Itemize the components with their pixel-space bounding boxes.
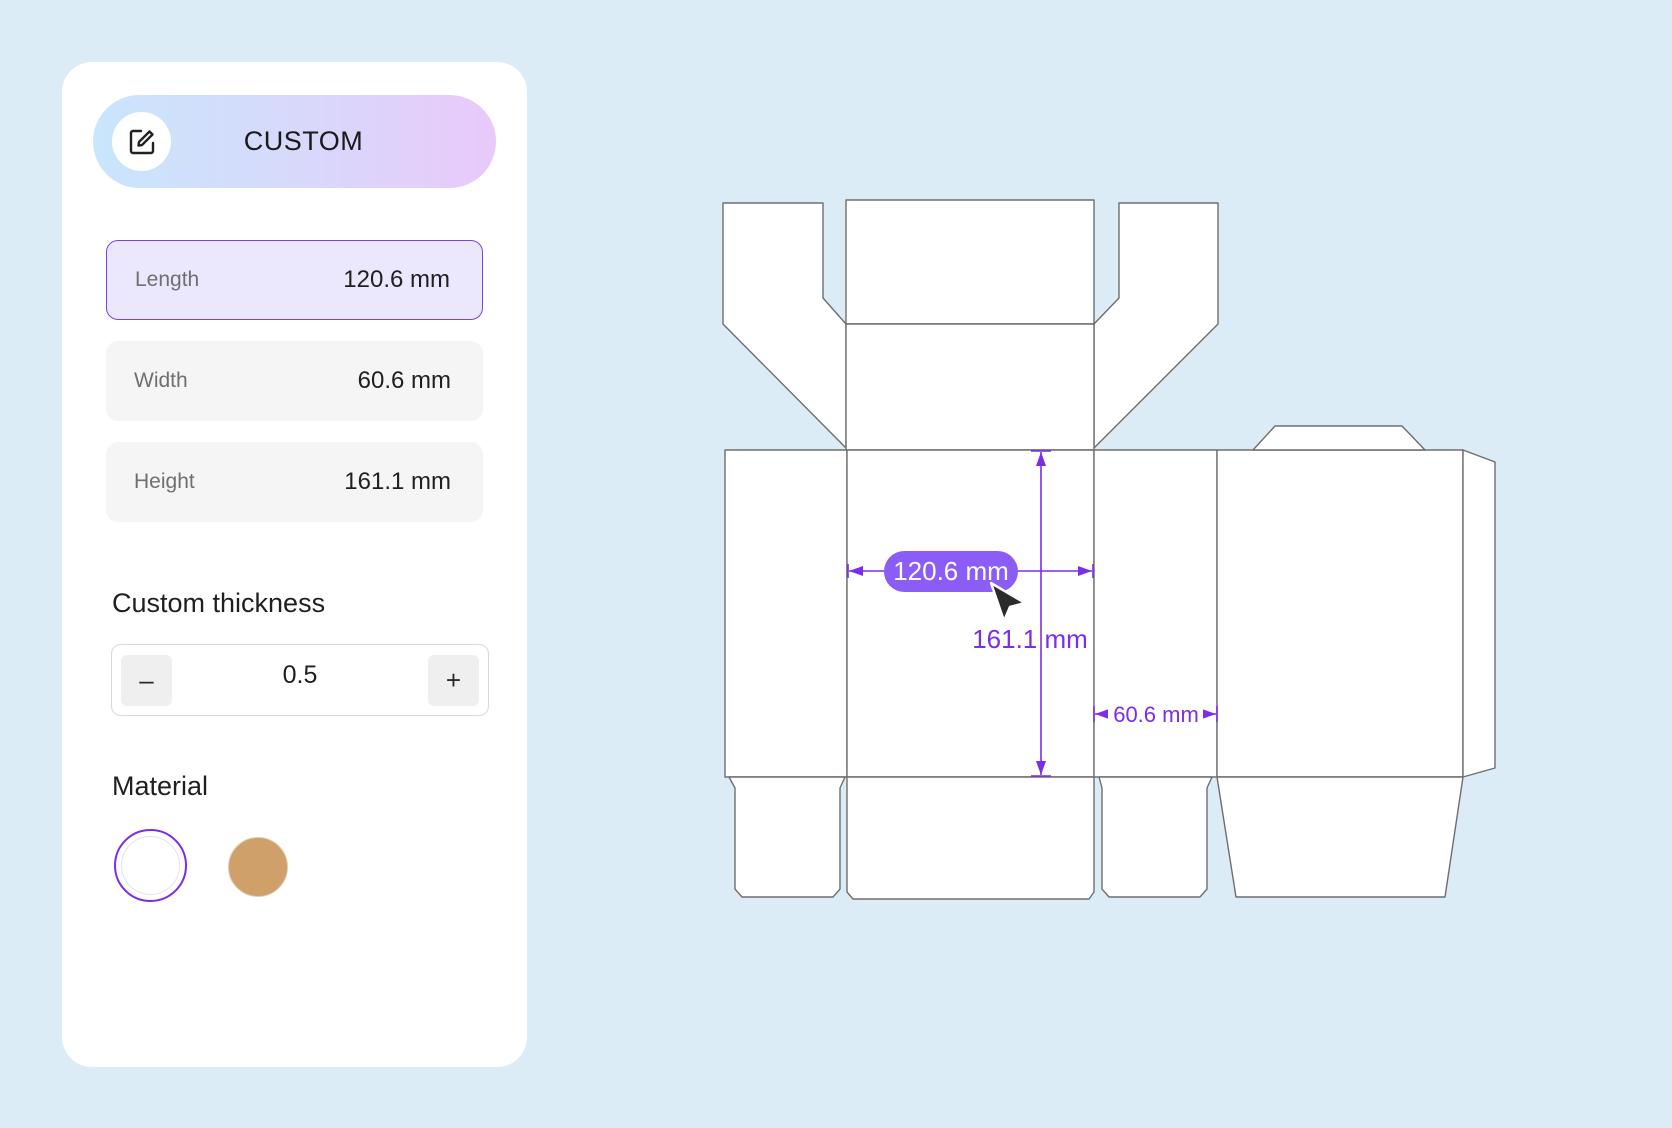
- bottom-left-flap: [728, 776, 846, 898]
- top-lid-panel: [845, 323, 1095, 451]
- back-panel: [1216, 449, 1464, 778]
- front-panel: [846, 449, 1095, 778]
- bottom-right-flap: [1098, 776, 1213, 898]
- length-badge-text: 120.6 mm: [893, 556, 1009, 586]
- back-top-tab: [1252, 425, 1426, 451]
- top-tuck-flap: [845, 199, 1095, 325]
- bottom-back-flap: [1216, 776, 1464, 898]
- height-dimension-text: 161.1 mm: [972, 624, 1088, 654]
- box-dieline: 120.6 mm 161.1 mm 60.6 mm: [722, 199, 1496, 900]
- left-side-panel: [724, 449, 848, 778]
- bottom-front-flap: [846, 776, 1095, 900]
- top-right-dust-flap: [1093, 202, 1219, 449]
- top-left-dust-flap: [722, 202, 847, 449]
- dieline-outline: [722, 199, 1496, 900]
- width-dimension-text: 60.6 mm: [1113, 702, 1199, 727]
- glue-flap: [1462, 449, 1496, 778]
